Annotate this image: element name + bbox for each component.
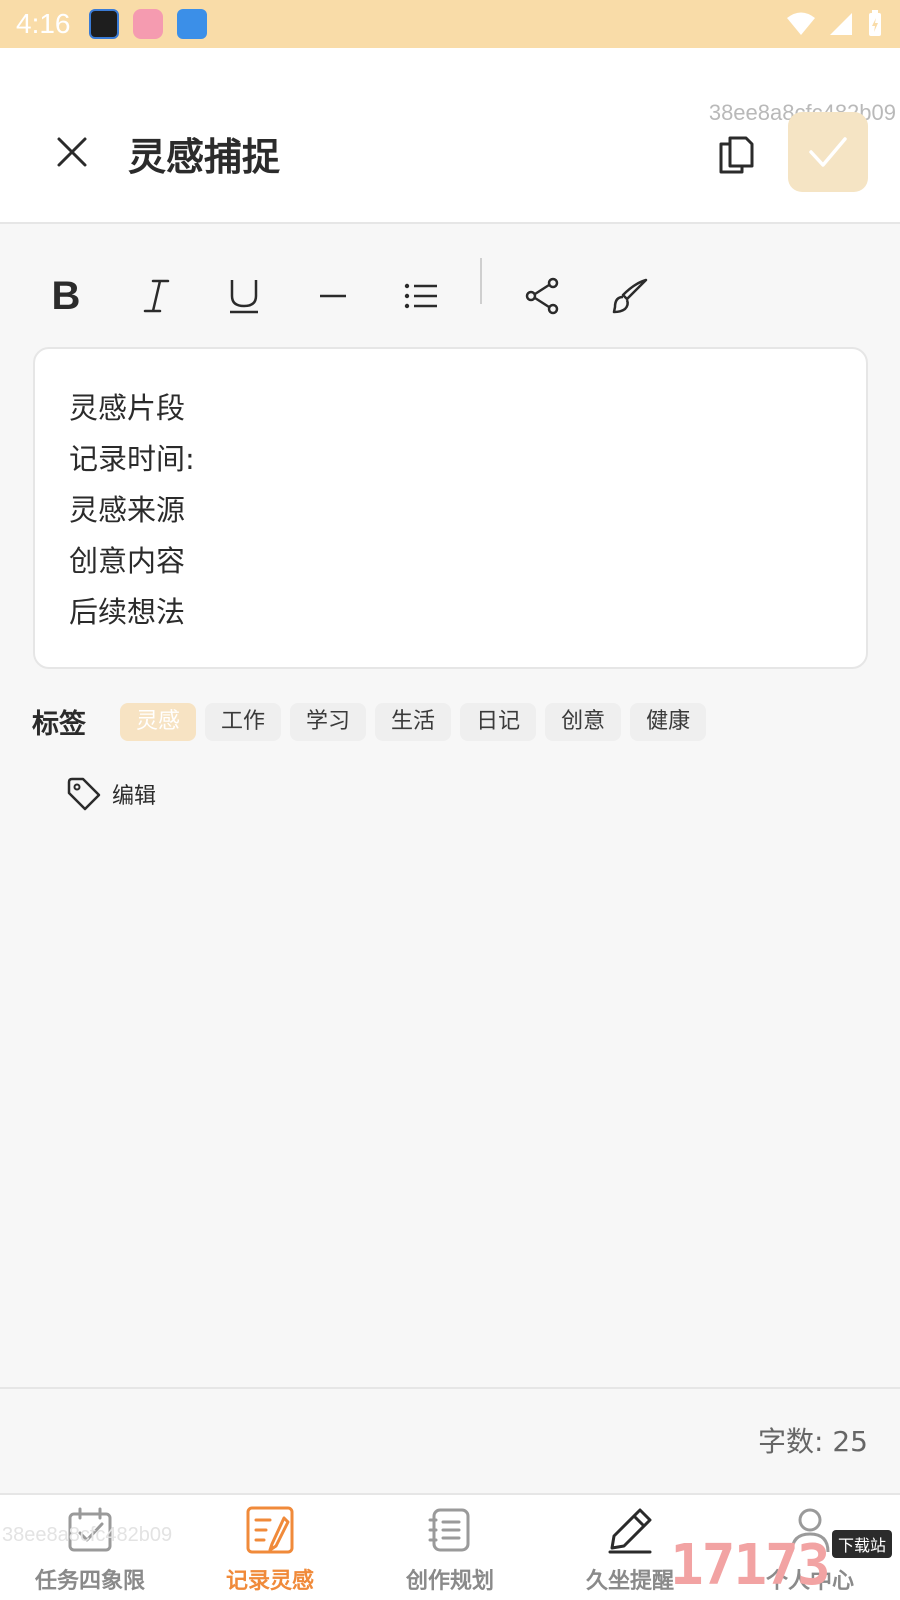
brush-icon <box>612 278 648 314</box>
format-toolbar: B <box>0 250 900 340</box>
word-count-value: 25 <box>832 1425 868 1458</box>
word-count-label: 字数: <box>758 1425 824 1458</box>
list-button[interactable] <box>393 268 449 324</box>
planner-icon <box>423 1503 477 1557</box>
tag-chip[interactable]: 生活 <box>375 703 452 741</box>
editor-line: 后续想法 <box>69 595 186 629</box>
editor-line: 灵感片段 <box>69 391 186 425</box>
nav-label: 创作规划 <box>405 1569 494 1594</box>
tag-chip[interactable]: 健康 <box>630 703 707 741</box>
nav-label: 久坐提醒 <box>585 1569 674 1594</box>
italic-icon <box>143 279 170 313</box>
bold-button[interactable]: B <box>38 268 94 324</box>
site-watermark-tag: 下载站 <box>831 1530 892 1558</box>
status-indicators <box>786 10 884 38</box>
nav-label: 任务四象限 <box>34 1569 145 1594</box>
edit-tags-button[interactable]: 编辑 <box>66 776 156 812</box>
notification-app-icon <box>88 9 119 39</box>
close-icon <box>57 137 87 167</box>
tag-icon <box>67 777 101 811</box>
status-time: 4:16 <box>16 8 71 39</box>
tag-chip[interactable]: 日记 <box>460 703 537 741</box>
signal-icon <box>830 13 852 35</box>
editor-line: 创意内容 <box>69 544 186 578</box>
list-icon <box>404 283 437 309</box>
copy-button[interactable] <box>712 130 760 178</box>
notification-app-icon <box>176 9 207 39</box>
note-edit-icon <box>243 1503 297 1557</box>
note-editor[interactable]: 灵感片段 记录时间: 灵感来源 创意内容 后续想法 <box>33 347 868 669</box>
nav-item-tasks[interactable]: 任务四象限 <box>0 1495 180 1600</box>
nav-item-inspiration[interactable]: 记录灵感 <box>180 1495 360 1600</box>
toolbar-divider <box>480 258 482 304</box>
tag-chip[interactable]: 创意 <box>545 703 622 741</box>
notification-app-icon <box>132 9 163 39</box>
tag-list: 灵感 工作 学习 生活 日记 创意 健康 <box>120 703 707 741</box>
share-button[interactable] <box>514 268 570 324</box>
edit-tags-label: 编辑 <box>112 784 157 809</box>
tag-chip[interactable]: 工作 <box>205 703 282 741</box>
underline-button[interactable] <box>216 268 272 324</box>
brush-button[interactable] <box>602 268 658 324</box>
copy-icon <box>719 136 754 174</box>
italic-button[interactable] <box>128 268 184 324</box>
word-count: 字数: 25 <box>758 1420 868 1460</box>
nav-item-planning[interactable]: 创作规划 <box>360 1495 540 1600</box>
editor-line: 灵感来源 <box>69 493 186 527</box>
page-title: 灵感捕捉 <box>128 135 281 179</box>
editor-line: 记录时间: <box>69 442 195 476</box>
footer-divider <box>0 1387 900 1389</box>
underline-icon <box>230 280 258 314</box>
tags-label: 标签 <box>32 709 86 740</box>
tag-chip-selected[interactable]: 灵感 <box>120 703 197 741</box>
watermark-id: 38ee8a8cfc482b09 <box>2 1524 173 1546</box>
battery-icon <box>869 10 881 36</box>
close-button[interactable] <box>50 130 94 174</box>
wifi-icon <box>787 12 815 35</box>
header: 38ee8a8cfc482b09 灵感捕捉 <box>0 48 900 224</box>
site-watermark: 17173 下载站 <box>670 1530 900 1600</box>
bold-icon: B <box>51 273 81 318</box>
confirm-button[interactable] <box>788 112 868 192</box>
check-icon <box>809 137 847 167</box>
share-icon <box>525 277 559 315</box>
nav-label: 记录灵感 <box>225 1569 314 1594</box>
pen-icon <box>603 1503 657 1557</box>
tag-chip[interactable]: 学习 <box>290 703 367 741</box>
status-bar: 4:16 <box>0 0 900 48</box>
horizontal-rule-icon <box>320 294 346 298</box>
site-watermark-number: 17173 <box>670 1533 831 1598</box>
horizontal-rule-button[interactable] <box>305 268 361 324</box>
